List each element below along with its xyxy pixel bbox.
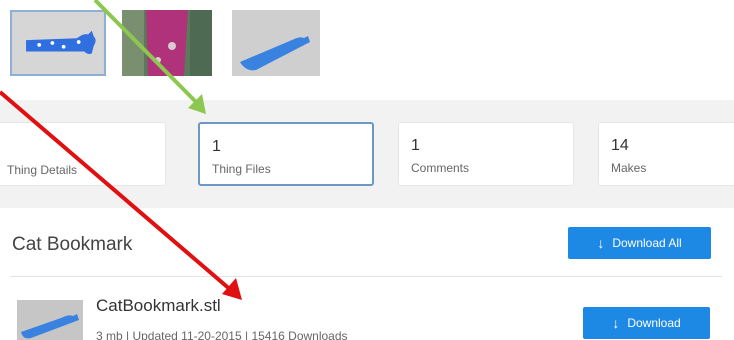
red-arrow-head <box>222 278 242 300</box>
download-arrow-icon: ↓ <box>597 235 605 251</box>
section-title: Cat Bookmark <box>12 234 133 255</box>
stats-bar: Thing Details 1 Thing Files 1 Comments 1… <box>0 100 734 208</box>
comments-count: 1 <box>411 137 420 154</box>
file-meta: 3 mb | Updated 11-20-2015 | 15416 Downlo… <box>96 329 348 340</box>
download-all-button[interactable]: ↓ Download All <box>568 227 711 259</box>
thumbnail-bookmark-top[interactable] <box>10 10 106 76</box>
tab-thing-details[interactable]: Thing Details <box>0 122 166 186</box>
download-arrow-icon: ↓ <box>612 315 620 331</box>
thumbnail-bookmark-3d[interactable] <box>232 10 320 76</box>
download-button[interactable]: ↓ Download <box>583 307 710 339</box>
thumbnail-bookmark-photo[interactable] <box>122 10 212 76</box>
tab-label: Makes <box>611 161 647 175</box>
tab-label: Thing Details <box>7 163 78 177</box>
tab-comments[interactable]: 1 Comments <box>398 122 574 186</box>
makes-count: 14 <box>611 137 629 154</box>
files-count: 1 <box>212 138 221 155</box>
file-name[interactable]: CatBookmark.stl <box>96 296 221 316</box>
bookmark-image <box>12 12 104 74</box>
bookmark-3d-image <box>232 10 320 76</box>
download-label: Download <box>627 316 681 330</box>
tab-makes[interactable]: 14 Makes <box>598 122 734 186</box>
download-all-label: Download All <box>612 236 682 250</box>
file-preview-image <box>17 300 83 340</box>
tab-label: Comments <box>411 161 470 175</box>
file-thumbnail[interactable] <box>17 300 83 340</box>
tab-label: Thing Files <box>212 162 271 176</box>
tab-thing-files[interactable]: 1 Thing Files <box>198 122 374 186</box>
bookmark-photo-image <box>122 10 212 76</box>
divider <box>10 276 722 277</box>
